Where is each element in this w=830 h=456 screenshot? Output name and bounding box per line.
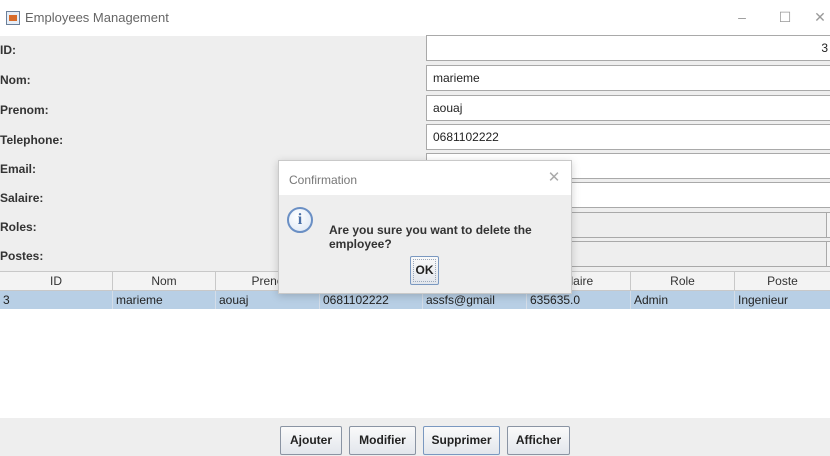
window-title: Employees Management xyxy=(25,10,169,25)
dialog-titlebar: Confirmation ✕ xyxy=(279,161,571,195)
cell-nom[interactable]: marieme xyxy=(113,291,216,309)
ajouter-button[interactable]: Ajouter xyxy=(280,426,342,455)
nom-field[interactable]: marieme xyxy=(426,65,830,91)
dialog-message: Are you sure you want to delete the empl… xyxy=(329,223,532,251)
confirmation-dialog: Confirmation ✕ i Are you sure you want t… xyxy=(278,160,572,294)
nom-label: Nom: xyxy=(0,73,31,87)
info-icon: i xyxy=(287,207,313,233)
prenom-field[interactable]: aouaj xyxy=(426,95,830,121)
email-label: Email: xyxy=(0,162,37,176)
column-header-id[interactable]: ID xyxy=(0,272,113,291)
salaire-label: Salaire: xyxy=(0,191,44,205)
column-header-nom[interactable]: Nom xyxy=(113,272,216,291)
afficher-button[interactable]: Afficher xyxy=(507,426,570,455)
action-bar: Ajouter Modifier Supprimer Afficher xyxy=(0,418,830,456)
close-window-button[interactable]: ✕ xyxy=(805,4,830,30)
dialog-close-button[interactable]: ✕ xyxy=(543,167,565,189)
modifier-button[interactable]: Modifier xyxy=(349,426,416,455)
supprimer-button[interactable]: Supprimer xyxy=(423,426,500,455)
cell-role[interactable]: Admin xyxy=(631,291,735,309)
cell-poste[interactable]: Ingenieur xyxy=(735,291,830,309)
window-titlebar: Employees Management – ☐ ✕ xyxy=(0,0,830,36)
postes-dropdown-arrow[interactable] xyxy=(826,242,830,266)
maximize-button[interactable]: ☐ xyxy=(770,4,800,30)
prenom-label: Prenom: xyxy=(0,103,49,117)
roles-dropdown-arrow[interactable] xyxy=(826,213,830,237)
telephone-label: Telephone: xyxy=(0,133,64,147)
column-header-role[interactable]: Role xyxy=(631,272,735,291)
java-app-icon xyxy=(6,11,20,25)
minimize-button[interactable]: – xyxy=(727,4,757,30)
column-header-poste[interactable]: Poste xyxy=(735,272,830,291)
roles-label: Roles: xyxy=(0,220,37,234)
id-label: ID: xyxy=(0,43,16,57)
telephone-field[interactable]: 0681102222 xyxy=(426,124,830,150)
dialog-title: Confirmation xyxy=(289,173,358,187)
ok-button[interactable]: OK xyxy=(410,256,439,285)
cell-id[interactable]: 3 xyxy=(0,291,113,309)
id-field[interactable]: 3 xyxy=(426,35,830,61)
postes-label: Postes: xyxy=(0,249,44,263)
